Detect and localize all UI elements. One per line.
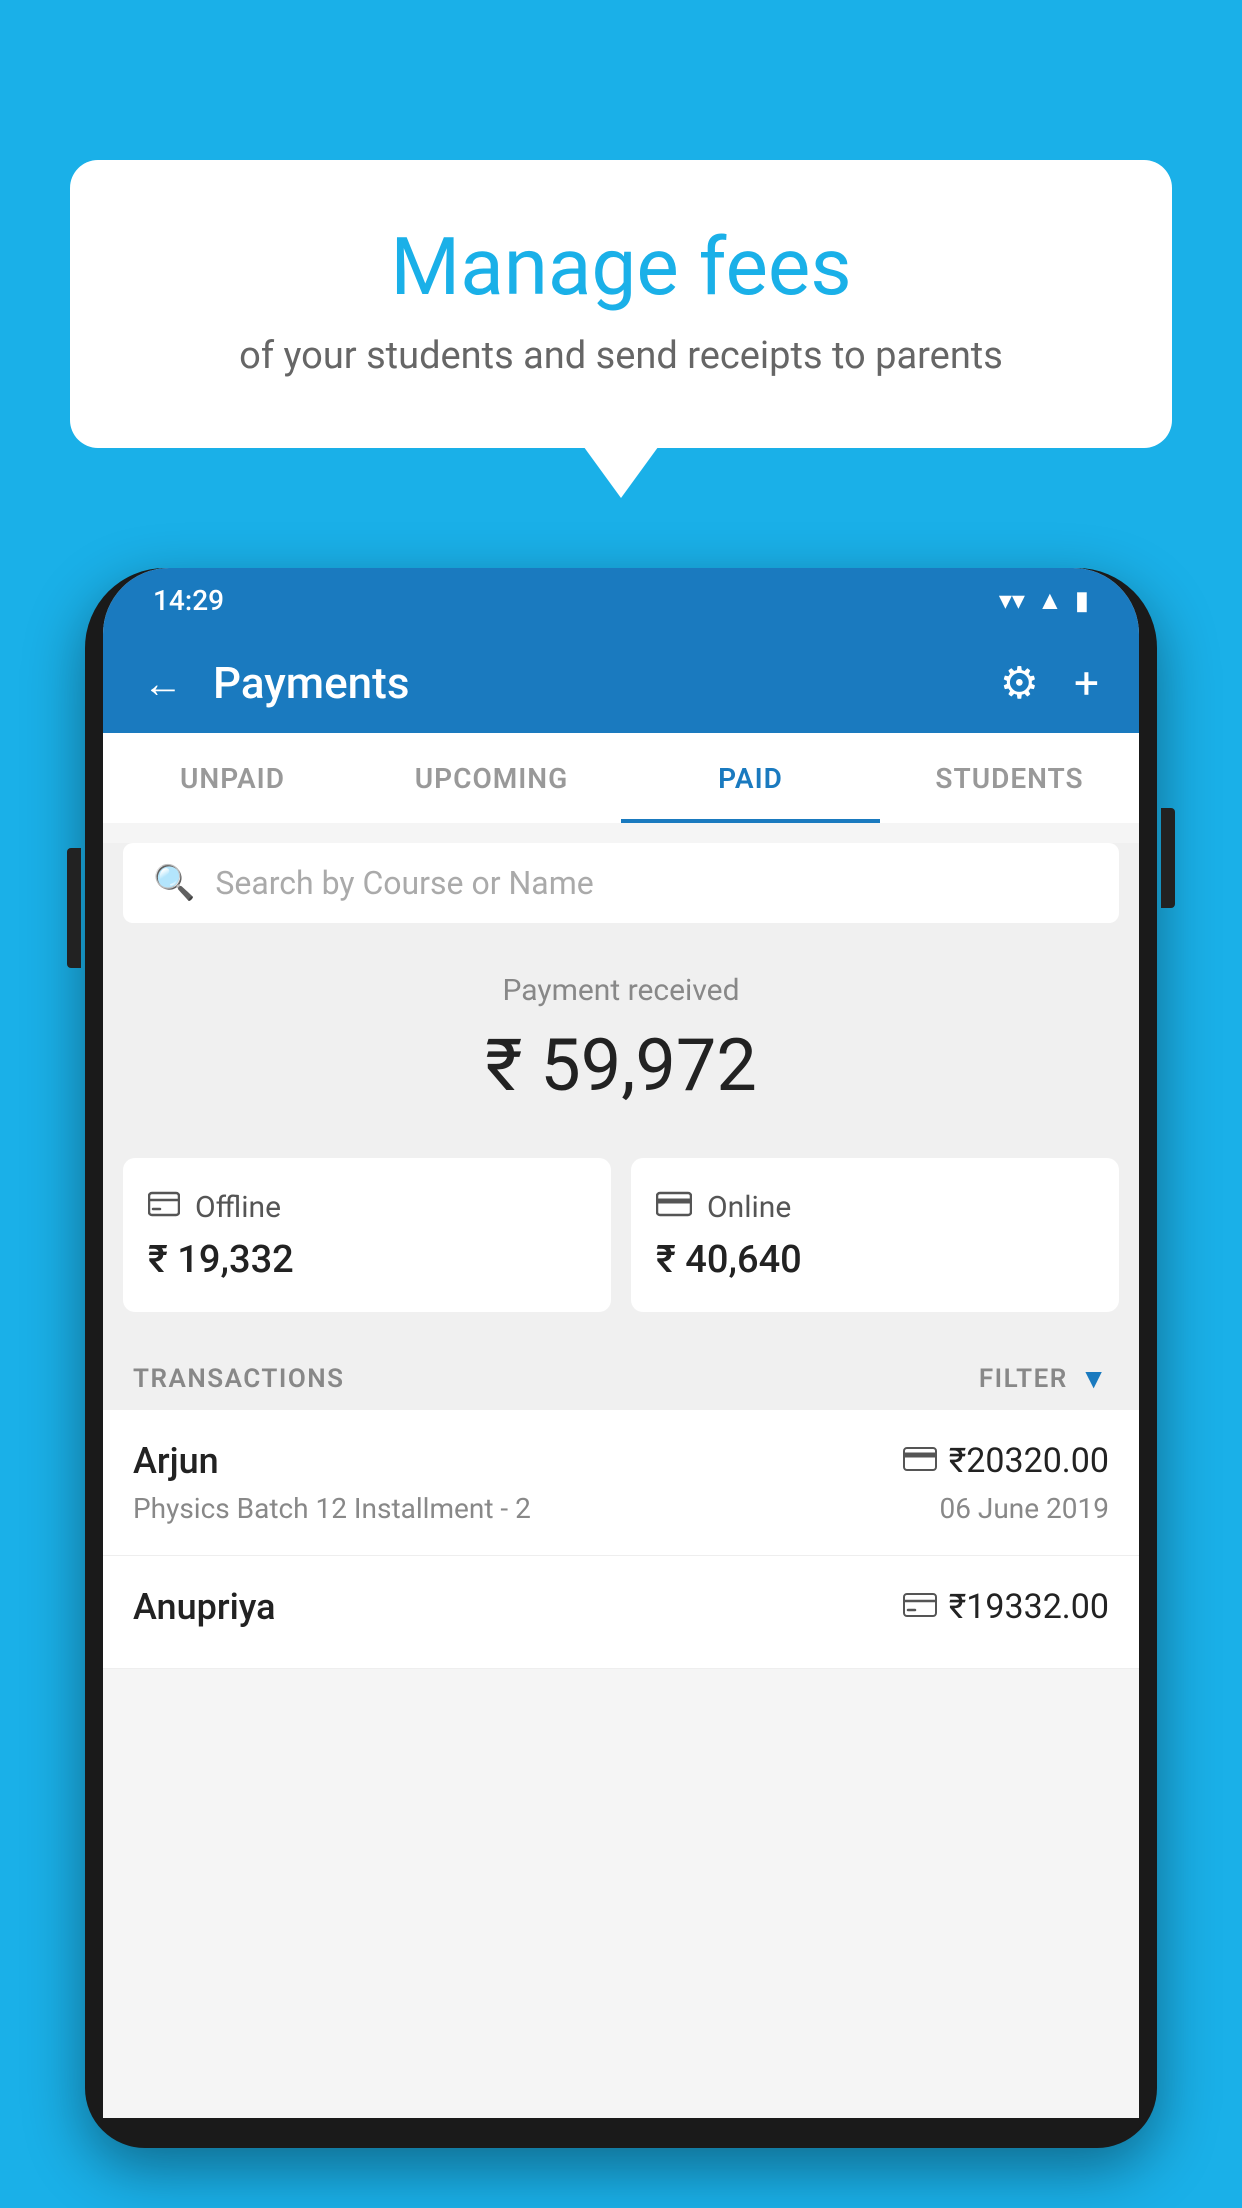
transaction-top: Arjun ₹20320.00 [133,1440,1109,1482]
tab-students[interactable]: STUDENTS [880,733,1139,823]
offline-label: Offline [195,1190,281,1225]
filter-label: FILTER [979,1364,1068,1394]
online-card: Online ₹ 40,640 [631,1158,1119,1312]
payment-received-label: Payment received [133,973,1109,1008]
transaction-amount: ₹19332.00 [949,1587,1109,1627]
transaction-amount: ₹20320.00 [949,1441,1109,1481]
tab-upcoming[interactable]: UPCOMING [362,733,621,823]
back-button[interactable]: ← [143,660,183,707]
app-bar: ← Payments ⚙ + [103,633,1139,733]
transaction-top: Anupriya ₹19332.00 [133,1586,1109,1628]
transaction-bottom: Physics Batch 12 Installment - 2 06 June… [133,1492,1109,1525]
transaction-name: Anupriya [133,1586,276,1628]
phone-screen: 14:29 ▾▾ ▲ ▮ ← Payments ⚙ + UNPAID [103,568,1139,2118]
speech-bubble: Manage fees of your students and send re… [70,160,1172,448]
tab-unpaid[interactable]: UNPAID [103,733,362,823]
offline-card-header: Offline [148,1188,586,1226]
filter-section[interactable]: FILTER ▼ [979,1362,1109,1395]
app-bar-icons: ⚙ + [1000,657,1099,709]
tabs-bar: UNPAID UPCOMING PAID STUDENTS [103,733,1139,823]
offline-amount: ₹ 19,332 [148,1238,586,1282]
transaction-payment-icon [903,1592,937,1622]
status-icons: ▾▾ ▲ ▮ [999,585,1089,616]
transaction-date: 06 June 2019 [939,1492,1109,1525]
offline-card: Offline ₹ 19,332 [123,1158,611,1312]
transactions-label: TRANSACTIONS [133,1364,345,1394]
phone-frame: 14:29 ▾▾ ▲ ▮ ← Payments ⚙ + UNPAID [85,568,1157,2148]
payment-cards-row: Offline ₹ 19,332 Online [103,1138,1139,1342]
phone-container: 14:29 ▾▾ ▲ ▮ ← Payments ⚙ + UNPAID [85,550,1157,2208]
status-time: 14:29 [153,584,224,617]
battery-icon: ▮ [1075,586,1089,616]
transaction-row[interactable]: Anupriya ₹19332.00 [103,1556,1139,1669]
filter-icon: ▼ [1080,1362,1109,1395]
add-icon[interactable]: + [1074,657,1099,709]
offline-icon [148,1188,180,1226]
payment-received-section: Payment received ₹ 59,972 [103,923,1139,1138]
online-icon [656,1188,692,1226]
online-label: Online [707,1190,791,1225]
transaction-amount-section: ₹20320.00 [903,1441,1109,1481]
search-placeholder: Search by Course or Name [215,864,593,902]
transactions-header: TRANSACTIONS FILTER ▼ [103,1342,1139,1410]
transaction-amount-section: ₹19332.00 [903,1587,1109,1627]
search-bar[interactable]: 🔍 Search by Course or Name [123,843,1119,923]
online-card-header: Online [656,1188,1094,1226]
speech-bubble-container: Manage fees of your students and send re… [70,160,1172,448]
app-title: Payments [213,657,970,709]
status-bar: 14:29 ▾▾ ▲ ▮ [103,568,1139,633]
payment-total-amount: ₹ 59,972 [133,1023,1109,1108]
transaction-name: Arjun [133,1440,219,1482]
signal-icon: ▲ [1037,585,1063,616]
transaction-row[interactable]: Arjun ₹20320.00 Physics [103,1410,1139,1556]
transaction-payment-icon [903,1446,937,1476]
tab-paid[interactable]: PAID [621,733,880,823]
online-amount: ₹ 40,640 [656,1238,1094,1282]
search-icon: 🔍 [153,863,195,903]
bubble-title: Manage fees [150,220,1092,314]
settings-icon[interactable]: ⚙ [1000,657,1039,709]
bubble-subtitle: of your students and send receipts to pa… [150,334,1092,378]
transaction-description: Physics Batch 12 Installment - 2 [133,1492,531,1525]
wifi-icon: ▾▾ [999,586,1025,616]
content-area: 🔍 Search by Course or Name Payment recei… [103,843,1139,1669]
